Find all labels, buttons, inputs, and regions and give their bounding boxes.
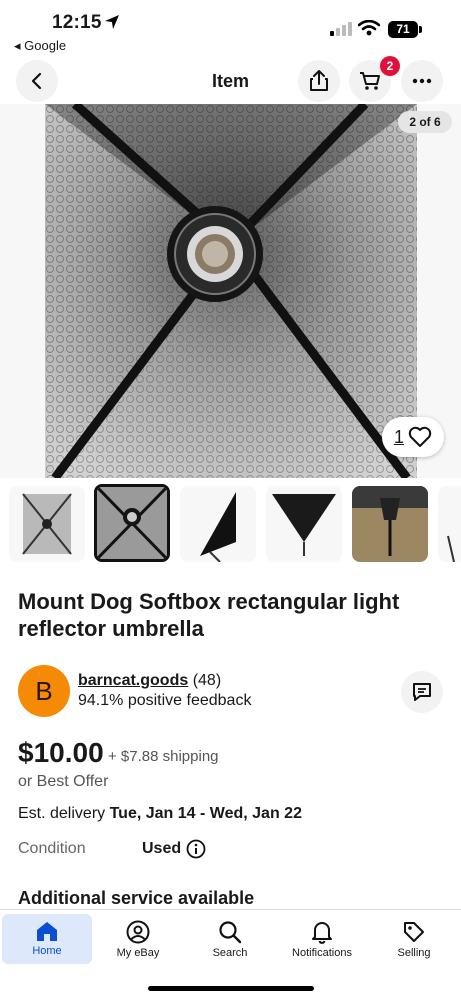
thumbnail-5-image <box>352 486 428 562</box>
status-time: 12:15 <box>52 12 102 33</box>
tag-icon <box>404 922 424 942</box>
condition-value: Used <box>142 840 182 857</box>
delivery-dates: Tue, Jan 14 - Wed, Jan 22 <box>109 805 302 822</box>
user-circle-icon <box>126 920 150 944</box>
home-indicator[interactable] <box>148 986 314 991</box>
seller-name-link[interactable]: barncat.goods <box>78 672 188 689</box>
tab-notifications-label: Notifications <box>292 947 352 959</box>
delivery-label: Est. delivery <box>18 805 110 822</box>
main-product-photo[interactable] <box>45 104 417 478</box>
additional-service-heading: Additional service available <box>18 888 255 908</box>
info-icon[interactable] <box>186 839 206 859</box>
tab-search-label: Search <box>212 947 248 959</box>
seller-avatar[interactable]: B <box>18 665 70 717</box>
tab-home-label: Home <box>32 945 62 957</box>
battery-tip <box>419 26 422 33</box>
tab-selling[interactable]: Selling <box>369 914 459 964</box>
softbox-photo-illustration <box>45 104 417 478</box>
heart-icon <box>408 426 432 447</box>
watch-count: 1 <box>393 426 404 447</box>
cart-count-badge: 2 <box>380 56 400 76</box>
tab-notifications[interactable]: Notifications <box>277 914 367 964</box>
thumbnail-6-partial[interactable] <box>438 486 461 562</box>
thumbnail-5[interactable] <box>352 486 428 562</box>
cart-icon <box>360 72 380 90</box>
more-options-button[interactable] <box>401 60 443 102</box>
message-icon <box>413 683 431 701</box>
condition-label: Condition <box>18 840 86 857</box>
thumbnail-4-image <box>272 494 336 556</box>
seller-info: barncat.goods (48) <box>78 672 221 690</box>
thumbnail-6-image <box>447 535 455 562</box>
message-seller-button[interactable] <box>401 671 443 713</box>
seller-feedback: 94.1% positive feedback <box>78 692 252 709</box>
home-icon <box>37 922 57 941</box>
item-price: $10.00 <box>18 737 104 768</box>
more-dots-icon <box>412 78 432 84</box>
thumbnail-4[interactable] <box>266 486 342 562</box>
thumbnail-3-image <box>200 492 236 562</box>
thumbnail-3[interactable] <box>180 486 256 562</box>
share-icon <box>310 70 328 91</box>
back-to-google-link[interactable]: ◂ Google <box>14 38 66 54</box>
thumbnail-2-selected[interactable] <box>94 484 170 562</box>
bell-icon <box>312 922 332 944</box>
battery-indicator: 71 <box>388 21 418 38</box>
estimated-delivery: Est. delivery Tue, Jan 14 - Wed, Jan 22 <box>18 805 302 823</box>
cell-signal-icon <box>330 22 352 36</box>
tab-search[interactable]: Search <box>185 914 275 964</box>
status-bar: 12:15 ◂ Google 71 <box>0 0 461 58</box>
share-button[interactable] <box>298 60 340 102</box>
thumbnail-1-image <box>22 493 72 555</box>
tab-home[interactable]: Home <box>2 914 92 964</box>
seller-rating-count: (48) <box>192 672 222 689</box>
watch-button[interactable]: 1 <box>382 417 444 457</box>
thumbnail-2-image <box>97 487 167 559</box>
tab-my-ebay[interactable]: My eBay <box>93 914 183 964</box>
best-offer-text: or Best Offer <box>18 773 109 790</box>
shipping-cost: + $7.88 shipping <box>108 748 219 765</box>
image-counter: 2 of 6 <box>398 111 452 133</box>
location-arrow-icon <box>105 15 119 29</box>
search-icon <box>219 921 242 944</box>
tab-my-ebay-label: My eBay <box>116 947 160 959</box>
wifi-icon <box>358 20 380 36</box>
thumbnail-1[interactable] <box>9 486 85 562</box>
tab-selling-label: Selling <box>397 947 431 959</box>
thumbnail-strip[interactable] <box>0 484 461 564</box>
listing-title: Mount Dog Softbox rectangular light refl… <box>18 589 400 641</box>
